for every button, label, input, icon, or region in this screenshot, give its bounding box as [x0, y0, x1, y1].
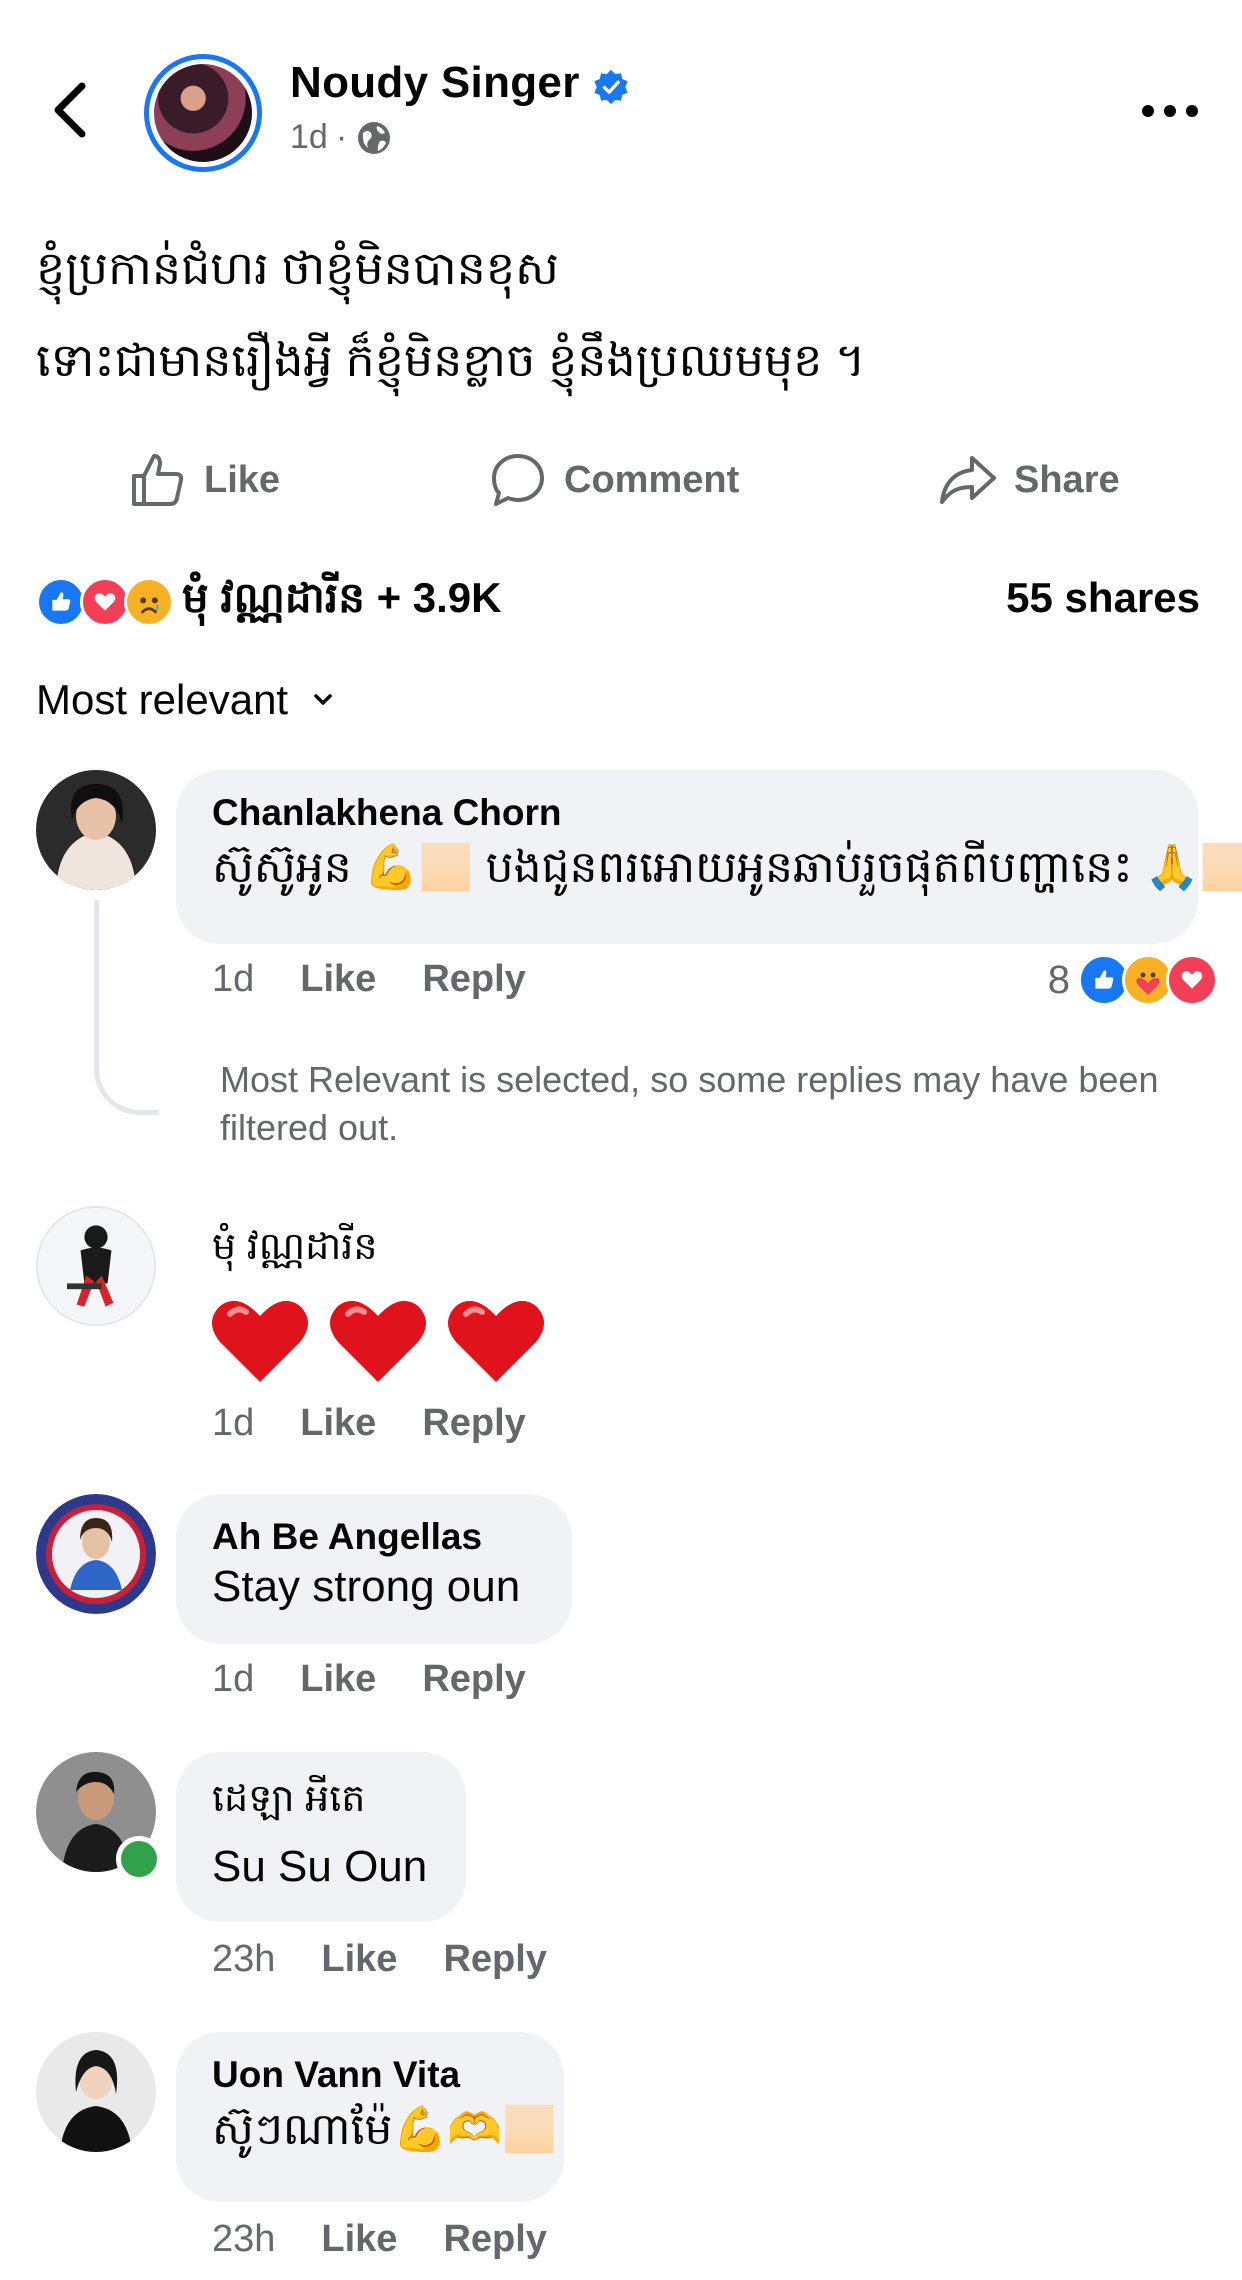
- comment-text: Stay strong oun: [212, 1562, 521, 1611]
- post-time: 1d: [290, 118, 328, 156]
- commenter-avatar[interactable]: [36, 1494, 156, 1614]
- commenter-avatar[interactable]: [36, 1206, 156, 1326]
- comment-bubble[interactable]: Uon Vann Vita ស៊ូៗណាម៉ែ💪🫶🏻: [176, 2032, 564, 2202]
- heart-icon: [448, 1300, 544, 1382]
- comment-reply-button[interactable]: Reply: [422, 958, 525, 1001]
- comment-author[interactable]: Uon Vann Vita: [212, 2054, 528, 2096]
- page-avatar[interactable]: [144, 54, 262, 172]
- comment-button[interactable]: Comment: [486, 440, 739, 520]
- post-text-line: ទោះជាមានរឿងអ្វី ក៏ខ្ញុំមិនខ្លាច ខ្ញុំនឹង…: [36, 334, 866, 386]
- reactions-summary[interactable]: មុំ វណ្ណដារីន + 3.9K: [36, 572, 502, 632]
- comment-reply-button[interactable]: Reply: [422, 1402, 525, 1445]
- comment-reply-button[interactable]: Reply: [443, 1938, 546, 1981]
- comment-actions: 1d Like Reply: [212, 1658, 526, 1701]
- comment-bubble[interactable]: Ah Be Angellas Stay strong oun: [176, 1494, 572, 1644]
- post-text-line: ខ្ញុំប្រកាន់ជំហរ ថាខ្ញុំមិនបានខុស: [36, 242, 559, 294]
- comment-actions: 23h Like Reply: [212, 1938, 547, 1981]
- comment-author[interactable]: ដេឡា អីតេ: [212, 1774, 430, 1830]
- commenter-avatar[interactable]: [36, 770, 156, 890]
- heart-icon: [330, 1300, 426, 1382]
- comment-reaction-count: 8: [1047, 957, 1070, 1002]
- like-button[interactable]: Like: [126, 440, 280, 520]
- comment-time: 23h: [212, 2218, 276, 2260]
- comment-bubble[interactable]: ដេឡា អីតេ Su Su Oun: [176, 1752, 466, 1922]
- back-button[interactable]: [48, 80, 94, 140]
- comment-bubble-icon: [492, 454, 544, 506]
- page-name[interactable]: Noudy Singer: [290, 58, 580, 108]
- share-arrow-icon: [940, 456, 996, 504]
- comment-text: ស៊ូៗណាម៉ែ💪🫶🏻: [212, 2105, 557, 2154]
- love-icon: [1166, 954, 1218, 1006]
- post-text: ខ្ញុំប្រកាន់ជំហរ ថាខ្ញុំមិនបានខុស ទោះជាម…: [36, 222, 1196, 406]
- comment-bubble[interactable]: Chanlakhena Chorn ស៊ូស៊ូអូន 💪🏻 បងជូនពរអោ…: [176, 770, 1242, 944]
- more-options-icon[interactable]: [1140, 96, 1200, 126]
- reaction-summary-text: មុំ វណ្ណដារីន + 3.9K: [182, 574, 502, 621]
- globe-icon: [358, 121, 391, 154]
- meta-separator: ·: [335, 118, 348, 156]
- shares-count[interactable]: 55 shares: [1006, 574, 1200, 622]
- comment-like-button[interactable]: Like: [321, 1938, 397, 1981]
- comment-like-button[interactable]: Like: [300, 1402, 376, 1445]
- comment-like-button[interactable]: Like: [300, 958, 376, 1001]
- comment-reply-button[interactable]: Reply: [422, 1658, 525, 1701]
- comment-time: 1d: [212, 1658, 255, 1700]
- comment-time: 1d: [212, 1402, 255, 1444]
- like-label: Like: [204, 458, 281, 501]
- comment-reply-button[interactable]: Reply: [443, 2218, 546, 2261]
- comment-text: ស៊ូស៊ូអូន 💪🏻 បងជូនពរអោយអូនឆាប់រួចផុតពីបញ…: [212, 843, 1242, 892]
- post-meta: 1d ·: [290, 118, 393, 157]
- comment-like-button[interactable]: Like: [321, 2218, 397, 2261]
- chevron-down-icon: [314, 694, 332, 705]
- filter-label: Most relevant: [36, 676, 289, 723]
- comment-filter-dropdown[interactable]: Most relevant: [36, 676, 336, 724]
- like-icon: [36, 577, 86, 627]
- commenter-avatar[interactable]: [36, 2032, 156, 2152]
- comment-text: Su Su Oun: [212, 1842, 428, 1891]
- comment-actions: 23h Like Reply: [212, 2218, 547, 2261]
- comment-time: 1d: [212, 958, 255, 1000]
- love-icon: [80, 577, 130, 627]
- comment-label: Comment: [564, 458, 740, 501]
- comment-author[interactable]: Ah Be Angellas: [212, 1516, 536, 1558]
- sad-icon: [124, 577, 174, 627]
- comment-reactions[interactable]: 8: [1048, 954, 1218, 1006]
- share-button[interactable]: Share: [936, 440, 1120, 520]
- comment-actions: 1d Like Reply: [212, 1402, 526, 1445]
- thumbs-up-icon: [132, 454, 184, 506]
- share-label: Share: [1014, 458, 1120, 501]
- comment-time: 23h: [212, 1938, 276, 1980]
- comment-actions: 1d Like Reply: [212, 958, 526, 1001]
- heart-emoji-comment: [210, 1294, 546, 1386]
- comment-author[interactable]: Chanlakhena Chorn: [212, 792, 1162, 834]
- chevron-left-icon: [54, 82, 86, 138]
- filtered-replies-note: Most Relevant is selected, so some repli…: [220, 1059, 1159, 1148]
- verified-badge-icon: [594, 69, 628, 105]
- reply-thread-line: [94, 900, 159, 1115]
- online-status-indicator: [116, 1836, 162, 1882]
- heart-icon: [212, 1300, 308, 1382]
- comment-author[interactable]: មុំ វណ្ណដារីន: [212, 1222, 378, 1278]
- comment-like-button[interactable]: Like: [300, 1658, 376, 1701]
